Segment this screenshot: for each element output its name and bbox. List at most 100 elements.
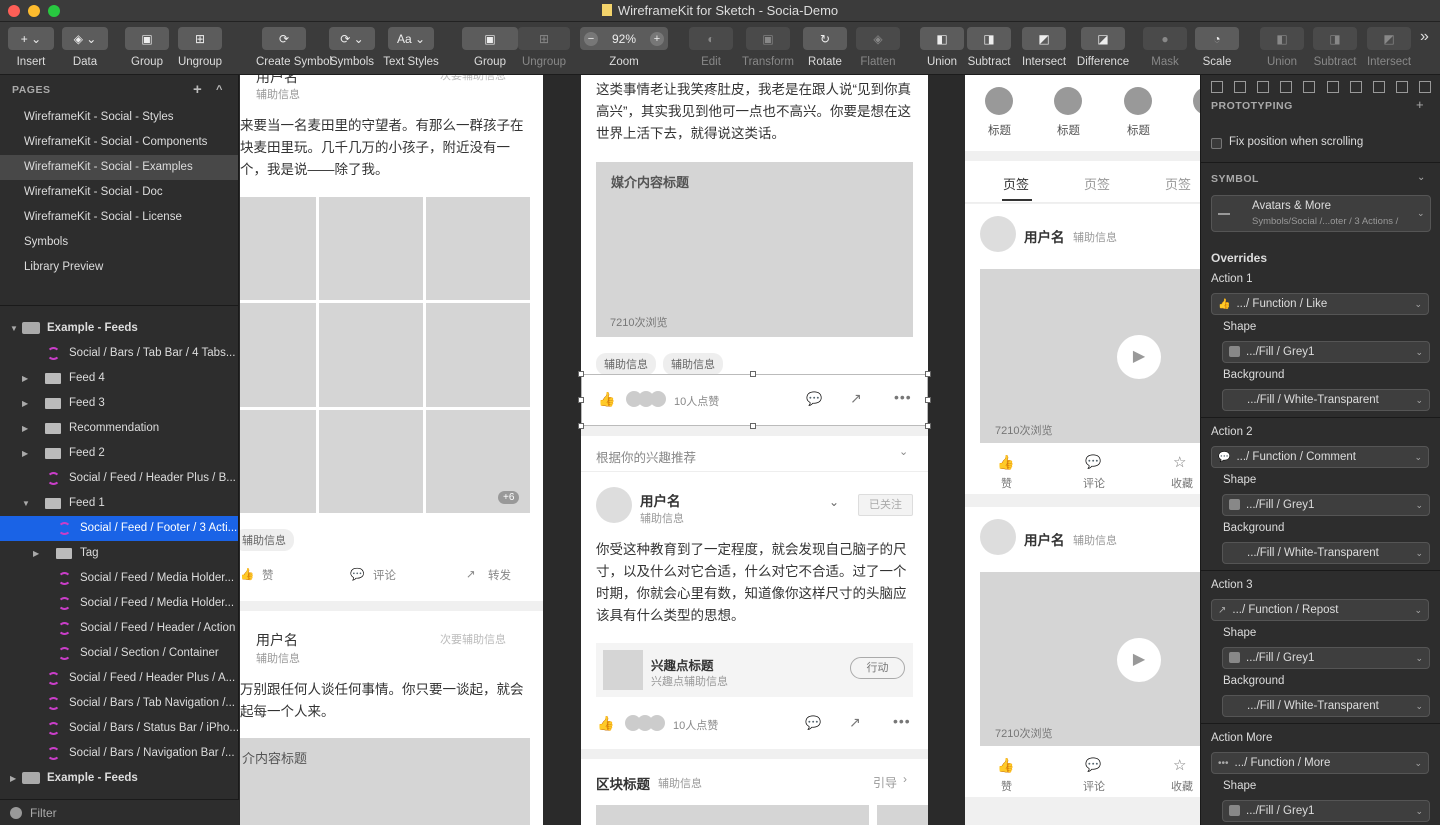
layer-item[interactable]: ▶ Feed 2	[0, 441, 238, 466]
tag-chip[interactable]: 辅助信息	[240, 529, 294, 551]
align-icon[interactable]	[1372, 81, 1385, 93]
override-function-select[interactable]: 👍 .../ Function / Like ⌄	[1211, 293, 1429, 315]
override-shape-select[interactable]: .../Fill / Grey1 ⌄	[1222, 341, 1430, 363]
toolbar-ungroup-button[interactable]: ⊞ Ungroup	[512, 27, 576, 68]
like-label[interactable]: 赞	[1001, 778, 1012, 794]
fix-position-checkbox[interactable]	[1211, 138, 1222, 149]
toolbar-text-styles-button[interactable]: Aa ⌄ Text Styles	[382, 27, 440, 68]
chevron-down-icon[interactable]: ⌄	[899, 445, 908, 458]
toolbar-subtract-button[interactable]: ◨ Subtract	[1307, 27, 1363, 68]
canvas[interactable]: 用户名 辅助信息 次要辅助信息 来要当一名麦田里的守望者。有那么一群孩子在块麦田…	[240, 75, 1200, 825]
zoom-value[interactable]: 92%	[612, 32, 636, 46]
layer-item[interactable]: Social / Bars / Navigation Bar /...	[0, 741, 238, 766]
layer-item[interactable]: Social / Bars / Tab Bar / 4 Tabs...	[0, 341, 238, 366]
toolbar-intersect-button[interactable]: ◩ Intersect	[1016, 27, 1072, 68]
layer-item[interactable]: Social / Bars / Tab Navigation /...	[0, 691, 238, 716]
override-background-select[interactable]: .../Fill / White-Transparent ⌄	[1222, 695, 1430, 717]
like-icon[interactable]: 👍	[597, 715, 614, 732]
add-prototype-button[interactable]: +	[1416, 97, 1424, 112]
align-icon[interactable]	[1395, 81, 1408, 93]
disclosure-arrow-icon[interactable]: ▶	[22, 366, 28, 391]
like-icon[interactable]: 👍	[997, 757, 1014, 774]
layer-item[interactable]: Social / Feed / Footer / 3 Acti...	[0, 516, 238, 541]
align-icon[interactable]	[1257, 81, 1270, 93]
override-shape-select[interactable]: .../Fill / Grey1 ⌄	[1222, 647, 1430, 669]
toolbar-difference-button[interactable]: ◪ Difference	[1075, 27, 1131, 68]
video-placeholder[interactable]: ▶ 7210次浏览	[980, 572, 1200, 746]
video-feed-card[interactable]: 用户名 辅助信息 ▶ 7210次浏览 👍 赞 💬 评论 ☆ 收藏	[965, 204, 1200, 494]
disclosure-arrow-icon[interactable]: ▶	[22, 416, 28, 441]
comment-icon[interactable]: 💬	[350, 567, 364, 581]
like-label[interactable]: 赞	[262, 567, 274, 583]
repost-icon[interactable]: ↗	[466, 567, 476, 581]
minimize-window-button[interactable]	[28, 5, 40, 17]
video-feed-card[interactable]: 用户名 辅助信息 ▶ 7210次浏览 👍 赞 💬 评论 ☆ 收藏	[965, 507, 1200, 797]
toolbar-intersect-button[interactable]: ◩ Intersect	[1361, 27, 1417, 68]
icon-nav-label[interactable]: 标题	[988, 122, 1011, 138]
page-item[interactable]: WireframeKit - Social - Components	[0, 130, 238, 155]
comment-icon[interactable]: 💬	[1085, 757, 1101, 773]
page-item[interactable]: WireframeKit - Social - Doc	[0, 180, 238, 205]
override-function-select[interactable]: ↗ .../ Function / Repost ⌄	[1211, 599, 1429, 621]
align-icon[interactable]	[1303, 81, 1316, 93]
repost-icon[interactable]: ↗	[850, 390, 862, 407]
zoom-in-button[interactable]: +	[650, 31, 664, 46]
override-shape-select[interactable]: .../Fill / Grey1 ⌄	[1222, 494, 1430, 516]
toolbar-rotate-button[interactable]: ↻ Rotate	[797, 27, 853, 68]
collapse-pages-button[interactable]: ^	[216, 75, 223, 105]
page-item[interactable]: WireframeKit - Social - Examples	[0, 155, 238, 180]
override-function-select[interactable]: 💬 .../ Function / Comment ⌄	[1211, 446, 1429, 468]
media-placeholder[interactable]: 媒介内容标题 7210次浏览	[596, 162, 913, 337]
close-window-button[interactable]	[8, 5, 20, 17]
artboard-feed-center[interactable]: 这类事情老让我笑疼肚皮，我老是在跟人说“见到你真高兴”，其实我见到他可一点也不高…	[581, 75, 928, 825]
followed-button[interactable]: 已关注	[858, 494, 913, 516]
interest-card[interactable]: 兴趣点标题 兴趣点辅助信息 行动	[596, 643, 913, 697]
layer-item[interactable]: ▼ Feed 1	[0, 491, 238, 516]
more-icon[interactable]: •••	[893, 713, 911, 729]
toolbar-create-symbol-button[interactable]: ⟳ Create Symbol	[256, 27, 332, 68]
media-placeholder[interactable]: 介内容标题	[240, 738, 530, 825]
disclosure-arrow-icon[interactable]: ▼	[10, 316, 18, 341]
filter-input[interactable]: Filter	[30, 806, 57, 820]
layer-item[interactable]: Social / Bars / Status Bar / iPho...	[0, 716, 238, 741]
artboard-feed-right[interactable]: 标题 标题 标题 页签 页签 页签 用户名 辅助信息 ▶ 7210次浏览 👍 赞…	[965, 75, 1200, 825]
image-grid[interactable]: +6	[240, 197, 530, 513]
play-icon[interactable]: ▶	[1117, 335, 1161, 379]
comment-label[interactable]: 评论	[373, 567, 396, 583]
align-icon[interactable]	[1234, 81, 1247, 93]
layer-item[interactable]: ▼ Example - Feeds	[0, 316, 238, 341]
override-shape-select[interactable]: .../Fill / Grey1 ⌄	[1222, 800, 1430, 822]
override-background-select[interactable]: .../Fill / White-Transparent ⌄	[1222, 542, 1430, 564]
toolbar-edit-button[interactable]: ◐ Edit	[683, 27, 739, 68]
like-icon[interactable]: 👍	[598, 391, 615, 408]
zoom-window-button[interactable]	[48, 5, 60, 17]
layer-item[interactable]: Social / Feed / Media Holder...	[0, 566, 238, 591]
layer-item[interactable]: ▶ Tag	[0, 541, 238, 566]
favorite-label[interactable]: 收藏	[1171, 475, 1193, 491]
repost-icon[interactable]: ↗	[849, 714, 861, 731]
repost-label[interactable]: 转发	[488, 567, 511, 583]
chevron-down-icon[interactable]: ⌄	[1417, 172, 1425, 183]
disclosure-arrow-icon[interactable]: ▶	[22, 441, 28, 466]
like-icon[interactable]: 👍	[997, 454, 1014, 471]
layer-item[interactable]: Social / Feed / Media Holder...	[0, 591, 238, 616]
zoom-out-button[interactable]: −	[584, 31, 598, 46]
layer-item[interactable]: Social / Feed / Header Plus / A...	[0, 666, 238, 691]
toolbar-symbols-button[interactable]: ⟳ ⌄ Symbols	[323, 27, 381, 68]
icon-nav-label[interactable]: 标题	[1127, 122, 1150, 138]
chevron-down-icon[interactable]: ⌄	[829, 495, 839, 509]
tag-chip[interactable]: 辅助信息	[663, 353, 723, 375]
tab-active[interactable]: 页签	[1003, 174, 1029, 193]
artboard-feed-left[interactable]: 用户名 辅助信息 次要辅助信息 来要当一名麦田里的守望者。有那么一群孩子在块麦田…	[240, 75, 543, 825]
layer-item[interactable]: Social / Feed / Header Plus / B...	[0, 466, 238, 491]
symbol-selector[interactable]: Avatars & More Symbols/Social /...oter /…	[1211, 195, 1431, 232]
comment-icon[interactable]: 💬	[1085, 454, 1101, 470]
tab[interactable]: 页签	[1084, 174, 1110, 193]
more-icon[interactable]: •••	[894, 389, 912, 405]
play-icon[interactable]: ▶	[1117, 638, 1161, 682]
disclosure-arrow-icon[interactable]: ▼	[22, 491, 30, 516]
selected-footer-symbol[interactable]: 👍 10人点赞 💬 ↗ •••	[581, 374, 928, 426]
page-item[interactable]: WireframeKit - Social - License	[0, 205, 238, 230]
align-icon[interactable]	[1349, 81, 1362, 93]
layer-item[interactable]: ▶ Example - Feeds	[0, 766, 238, 791]
